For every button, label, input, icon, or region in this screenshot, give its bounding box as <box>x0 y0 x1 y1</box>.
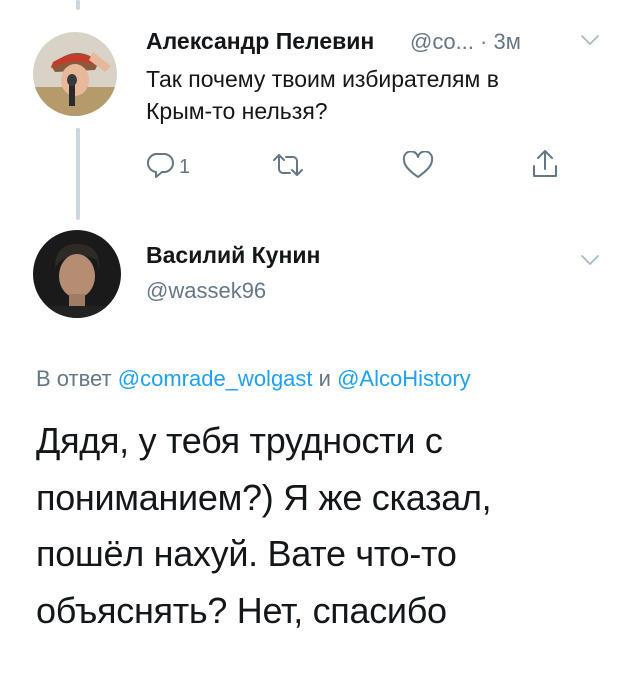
thread-line-top <box>76 0 80 10</box>
tweet-text: Так почему твоим избирателям в Крым-то н… <box>146 63 499 127</box>
retweet-button[interactable] <box>270 152 306 183</box>
chevron-down-icon[interactable] <box>580 253 600 271</box>
author-handle[interactable]: @co... <box>410 29 474 54</box>
share-icon <box>530 148 560 185</box>
avatar-kunin[interactable] <box>33 230 121 318</box>
avatar-image <box>33 32 117 116</box>
avatar-image <box>33 230 121 318</box>
author-handle[interactable]: @wassek96 <box>146 278 266 304</box>
meta-separator: · <box>480 29 488 54</box>
reply-to-line: В ответ @comrade_wolgast и @AlcoHistory <box>36 366 471 392</box>
tweet-text-line: Так почему твоим избирателям в <box>146 66 499 92</box>
retweet-icon <box>270 152 306 183</box>
like-icon <box>402 150 434 184</box>
like-button[interactable] <box>402 150 434 184</box>
author-name[interactable]: Василий Кунин <box>146 242 320 269</box>
reply-icon <box>146 151 176 184</box>
tweet-text-line: пониманием?) Я же сказал, <box>36 476 492 518</box>
chevron-down-icon[interactable] <box>580 33 600 51</box>
tweet-text-line: пошёл нахуй. Вате что-то <box>36 533 457 574</box>
tweet-time[interactable]: 3м <box>493 29 520 54</box>
mention-link[interactable]: @comrade_wolgast <box>118 366 313 391</box>
tweet-text-line: объяснять? Нет, спасибо <box>36 589 447 631</box>
thread-line-connector <box>76 128 80 220</box>
tweet-text: Дядя, у тебя трудности с пониманием?) Я … <box>36 413 616 639</box>
reply-count: 1 <box>179 156 191 178</box>
tweet-text-line: Крым-то нельзя? <box>146 98 328 124</box>
reply-prefix: В ответ <box>36 366 112 391</box>
share-button[interactable] <box>530 148 560 185</box>
reply-button[interactable]: 1 <box>146 151 190 184</box>
mention-link[interactable]: @AlcoHistory <box>337 366 471 391</box>
reply-conjunction: и <box>318 366 331 391</box>
author-name[interactable]: Александр Пелевин <box>146 28 374 55</box>
tweet-meta: @co... · 3м <box>410 29 521 55</box>
avatar-pelevin[interactable] <box>33 32 117 116</box>
tweet-text-line: Дядя, у тебя трудности с <box>36 420 443 461</box>
